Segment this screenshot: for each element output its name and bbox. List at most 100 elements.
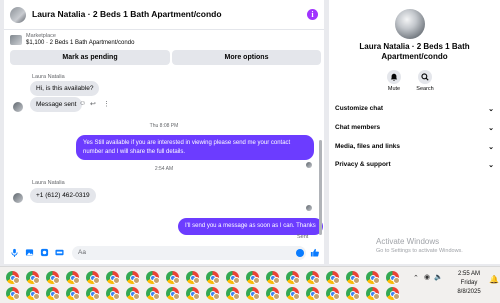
chrome-icon[interactable] xyxy=(326,287,340,300)
outgoing-message[interactable]: I'll send you a message as soon as I can… xyxy=(178,218,323,235)
section-media-files-links[interactable]: Media, files and links ⌄ xyxy=(335,139,494,157)
chrome-icon[interactable] xyxy=(106,271,120,284)
chrome-icon[interactable] xyxy=(86,287,100,300)
chevron-down-icon: ⌄ xyxy=(488,125,494,132)
info-icon[interactable]: i xyxy=(307,9,318,20)
clock-day[interactable]: Friday xyxy=(452,280,486,286)
message-input-placeholder: Aa xyxy=(78,249,86,256)
chrome-icon[interactable] xyxy=(386,271,400,284)
chrome-icon[interactable] xyxy=(46,271,60,284)
incoming-message[interactable]: Hi, is this available? xyxy=(30,81,100,96)
scrollbar[interactable] xyxy=(319,140,322,235)
chrome-icon[interactable] xyxy=(326,271,340,284)
chrome-icon[interactable] xyxy=(286,287,300,300)
chrome-icon[interactable] xyxy=(366,287,380,300)
outgoing-message[interactable]: Yes Still available if you are intereste… xyxy=(76,135,314,160)
chevron-down-icon: ⌄ xyxy=(488,162,494,169)
chrome-icon[interactable] xyxy=(166,271,180,284)
sticker-icon[interactable] xyxy=(40,248,49,257)
chrome-icon[interactable] xyxy=(6,287,20,300)
section-label: Media, files and links xyxy=(335,143,401,150)
chrome-icon[interactable] xyxy=(266,287,280,300)
clock-time[interactable]: 2:55 AM xyxy=(452,271,486,277)
chrome-icon[interactable] xyxy=(186,271,200,284)
conversation-info-panel: Laura Natalia · 2 Beds 1 Bath Apartment/… xyxy=(329,0,500,264)
activate-windows-title: Activate Windows xyxy=(376,237,440,246)
chrome-icon[interactable] xyxy=(226,287,240,300)
chrome-icon[interactable] xyxy=(146,271,160,284)
reply-icon[interactable]: ↩ xyxy=(90,100,96,108)
chrome-icon[interactable] xyxy=(46,287,60,300)
chrome-icon[interactable] xyxy=(106,287,120,300)
chrome-icon[interactable] xyxy=(246,287,260,300)
chrome-icon[interactable] xyxy=(66,287,80,300)
chrome-icon[interactable] xyxy=(166,287,180,300)
section-label: Privacy & support xyxy=(335,161,391,168)
marketplace-label: Marketplace xyxy=(26,33,56,39)
notification-bell-icon[interactable]: 🔔 xyxy=(489,275,499,284)
search-label: Search xyxy=(416,86,434,92)
incoming-message[interactable]: +1 (612) 462-0319 xyxy=(30,188,96,203)
gif-icon[interactable] xyxy=(55,248,64,257)
timestamp: Thu 8:08 PM xyxy=(149,123,179,129)
section-privacy-support[interactable]: Privacy & support ⌄ xyxy=(335,157,494,175)
mark-as-pending-button[interactable]: Mark as pending xyxy=(10,50,170,65)
avatar xyxy=(13,102,23,112)
seen-avatar xyxy=(306,205,312,211)
chrome-icon[interactable] xyxy=(86,271,100,284)
chrome-icon[interactable] xyxy=(146,287,160,300)
chrome-icon[interactable] xyxy=(226,271,240,284)
chrome-icon[interactable] xyxy=(346,287,360,300)
emoji-icon[interactable] xyxy=(296,249,304,257)
conversation-title[interactable]: Laura Natalia · 2 Beds 1 Bath Apartment/… xyxy=(32,9,222,19)
header-avatar[interactable] xyxy=(10,7,26,23)
clock-date[interactable]: 8/8/2025 xyxy=(452,289,486,295)
listing-summary: $1,100 · 2 Beds 1 Bath Apartment/condo xyxy=(26,40,135,46)
reaction-icon[interactable]: ☺ xyxy=(79,100,86,107)
more-vert-icon[interactable]: ⋮ xyxy=(103,100,110,108)
chrome-icon[interactable] xyxy=(126,271,140,284)
chrome-icon[interactable] xyxy=(306,271,320,284)
chevron-down-icon: ⌄ xyxy=(488,144,494,151)
chrome-icon[interactable] xyxy=(346,271,360,284)
chrome-icon[interactable] xyxy=(6,271,20,284)
section-chat-members[interactable]: Chat members ⌄ xyxy=(335,120,494,138)
chevron-down-icon: ⌄ xyxy=(488,106,494,113)
chrome-icon[interactable] xyxy=(286,271,300,284)
image-icon[interactable] xyxy=(25,248,34,257)
section-label: Customize chat xyxy=(335,105,384,112)
chat-panel: Laura Natalia · 2 Beds 1 Bath Apartment/… xyxy=(4,0,324,264)
message-list: Laura Natalia Hi, is this available? Mes… xyxy=(4,69,324,241)
sender-name: Laura Natalia xyxy=(32,180,65,186)
like-icon[interactable] xyxy=(310,248,319,257)
chrome-icon[interactable] xyxy=(126,287,140,300)
marketplace-listing[interactable]: Marketplace $1,100 · 2 Beds 1 Bath Apart… xyxy=(4,31,324,49)
mic-icon[interactable] xyxy=(10,248,19,257)
chrome-icon[interactable] xyxy=(66,271,80,284)
more-options-button[interactable]: More options xyxy=(172,50,321,65)
chrome-icon[interactable] xyxy=(26,287,40,300)
taskbar: ⌃ ◉ 🔈 2:55 AM Friday 8/8/2025 🔔 xyxy=(0,266,500,303)
avatar xyxy=(13,193,23,203)
taskbar-apps xyxy=(6,271,410,303)
chevron-up-icon[interactable]: ⌃ xyxy=(413,274,419,282)
section-customize-chat[interactable]: Customize chat ⌄ xyxy=(335,101,494,119)
chrome-icon[interactable] xyxy=(266,271,280,284)
search-button[interactable]: Search xyxy=(405,70,445,92)
incoming-message[interactable]: Message sent xyxy=(30,97,83,112)
network-icon[interactable]: ◉ xyxy=(424,273,430,281)
chrome-icon[interactable] xyxy=(26,271,40,284)
chrome-icon[interactable] xyxy=(366,271,380,284)
chrome-icon[interactable] xyxy=(386,287,400,300)
chrome-icon[interactable] xyxy=(186,287,200,300)
timestamp: 2:54 AM xyxy=(154,166,174,172)
volume-icon[interactable]: 🔈 xyxy=(434,273,443,281)
message-status: Sent xyxy=(297,234,309,240)
chrome-icon[interactable] xyxy=(206,271,220,284)
chrome-icon[interactable] xyxy=(306,287,320,300)
profile-avatar[interactable] xyxy=(395,9,425,39)
sender-name: Laura Natalia xyxy=(32,74,65,80)
chrome-icon[interactable] xyxy=(246,271,260,284)
message-input[interactable]: Aa xyxy=(72,246,306,260)
chrome-icon[interactable] xyxy=(206,287,220,300)
